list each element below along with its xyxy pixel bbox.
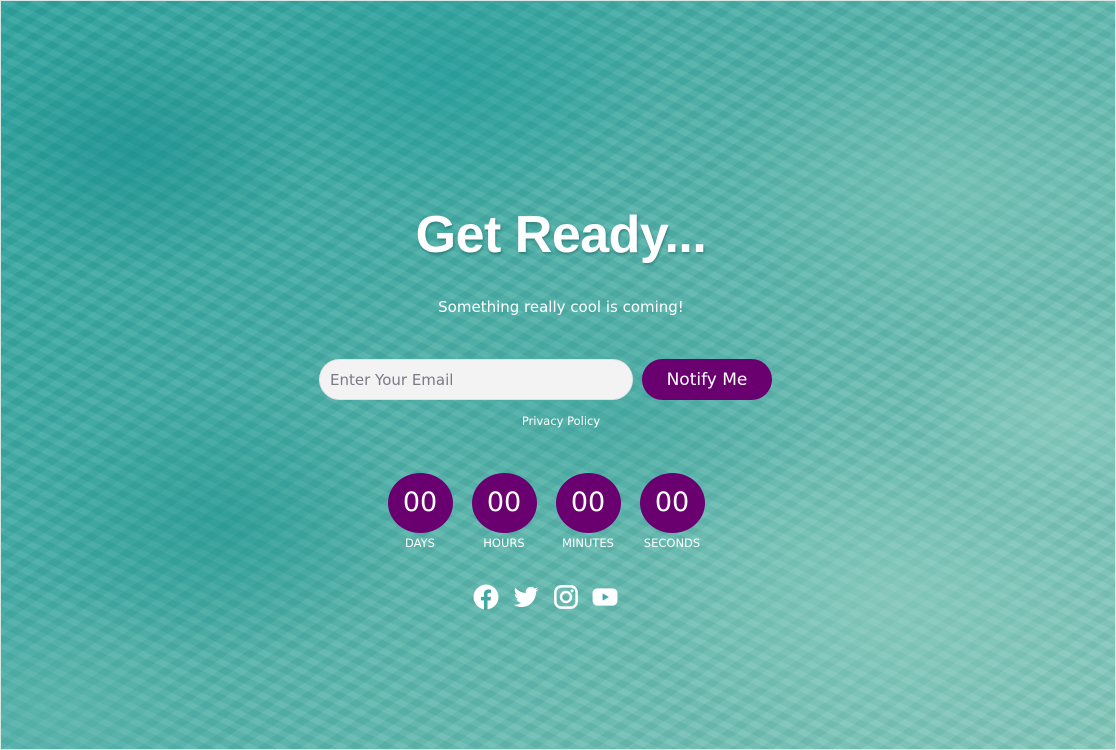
- social-links: [473, 584, 623, 610]
- countdown-seconds-value: 00: [639, 473, 705, 533]
- countdown-seconds: 00 SECONDS: [639, 473, 705, 551]
- countdown-days-value: 00: [387, 473, 453, 533]
- countdown-hours: 00 HOURS: [471, 473, 537, 551]
- page-subtitle: Something really cool is coming!: [438, 298, 684, 316]
- countdown-minutes-value: 00: [555, 473, 621, 533]
- coming-soon-page: Get Ready... Something really cool is co…: [0, 0, 1116, 750]
- instagram-icon[interactable]: [553, 584, 579, 610]
- facebook-icon[interactable]: [473, 584, 499, 610]
- email-input[interactable]: [319, 359, 633, 400]
- page-title: Get Ready...: [415, 206, 707, 264]
- countdown-seconds-label: SECONDS: [643, 536, 701, 550]
- notify-me-button[interactable]: Notify Me: [642, 359, 772, 400]
- countdown-days: 00 DAYS: [387, 473, 453, 551]
- countdown-hours-value: 00: [471, 473, 537, 533]
- youtube-icon[interactable]: [592, 584, 618, 610]
- countdown-timer: 00 DAYS 00 HOURS 00 MINUTES 00 SECONDS: [387, 473, 717, 553]
- twitter-icon[interactable]: [513, 584, 539, 610]
- email-signup-form: Notify Me: [319, 359, 774, 401]
- countdown-minutes: 00 MINUTES: [555, 473, 621, 551]
- privacy-policy-link[interactable]: Privacy Policy: [1, 413, 1115, 429]
